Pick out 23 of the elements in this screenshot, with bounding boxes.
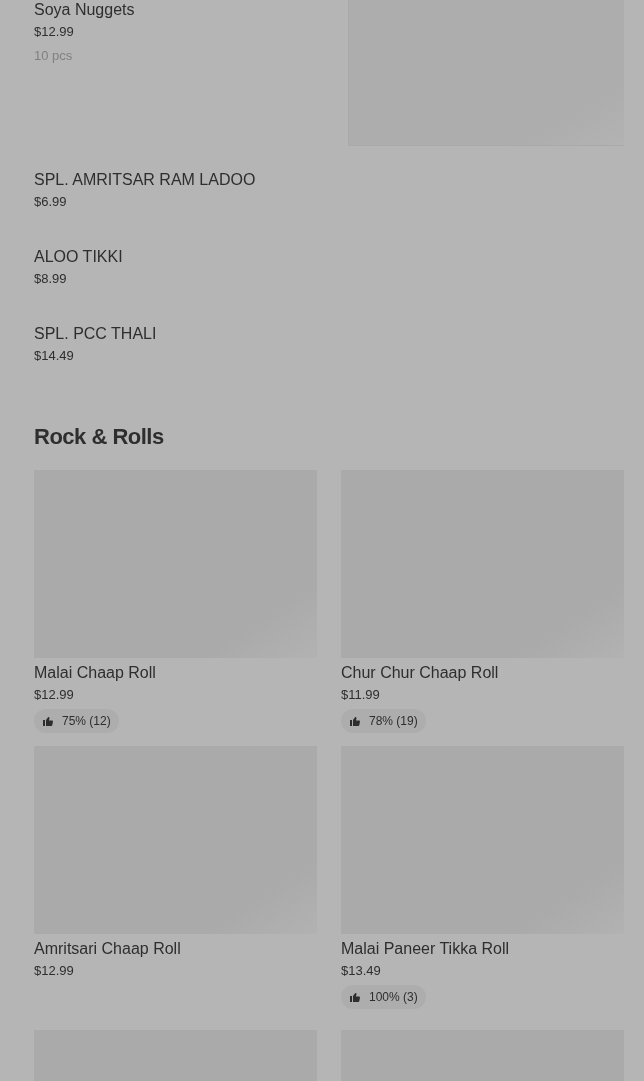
item-price: $6.99 (34, 193, 68, 211)
item-name[interactable]: Malai Paneer Tikka Roll (341, 939, 624, 959)
item-price: $13.49 (341, 962, 382, 980)
item-price: $8.99 (34, 270, 68, 288)
section-heading: Rock & Rolls (34, 423, 165, 451)
item-name[interactable]: SPL. PCC THALI (34, 324, 624, 344)
item-price: $14.49 (34, 347, 75, 365)
thumbs-up-icon (42, 715, 54, 727)
item-name[interactable]: Chur Chur Chaap Roll (341, 663, 624, 683)
item-name[interactable]: Malai Chaap Roll (34, 663, 317, 683)
item-name[interactable]: Soya Nuggets (34, 0, 135, 20)
rating-text: 75% (12) (62, 713, 111, 730)
item-price: $11.99 (341, 686, 381, 704)
item-price: $12.99 (34, 962, 75, 980)
rating-text: 78% (19) (369, 713, 418, 730)
item-name[interactable]: SPL. AMRITSAR RAM LADOO (34, 170, 624, 190)
item-price: $12.99 (34, 686, 75, 704)
item-name[interactable]: ALOO TIKKI (34, 247, 624, 267)
rating-text: 100% (3) (369, 989, 418, 1006)
item-price: $12.99 (34, 23, 75, 41)
thumbs-up-icon (349, 715, 361, 727)
item-name[interactable]: Amritsari Chaap Roll (34, 939, 317, 959)
thumbs-up-icon (349, 991, 361, 1003)
